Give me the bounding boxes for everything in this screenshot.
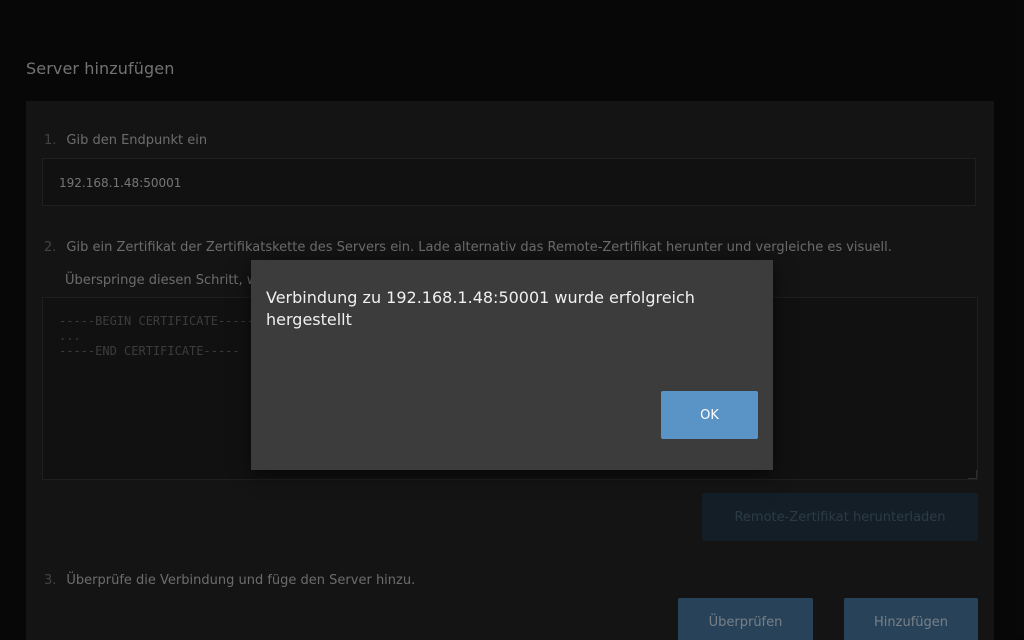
connection-success-dialog: Verbindung zu 192.168.1.48:50001 wurde e… bbox=[251, 260, 773, 470]
dialog-ok-button[interactable]: OK bbox=[661, 391, 758, 439]
dialog-message: Verbindung zu 192.168.1.48:50001 wurde e… bbox=[266, 288, 695, 329]
page: Server hinzufügen 1. Gib den Endpunkt ein… bbox=[0, 0, 1024, 640]
